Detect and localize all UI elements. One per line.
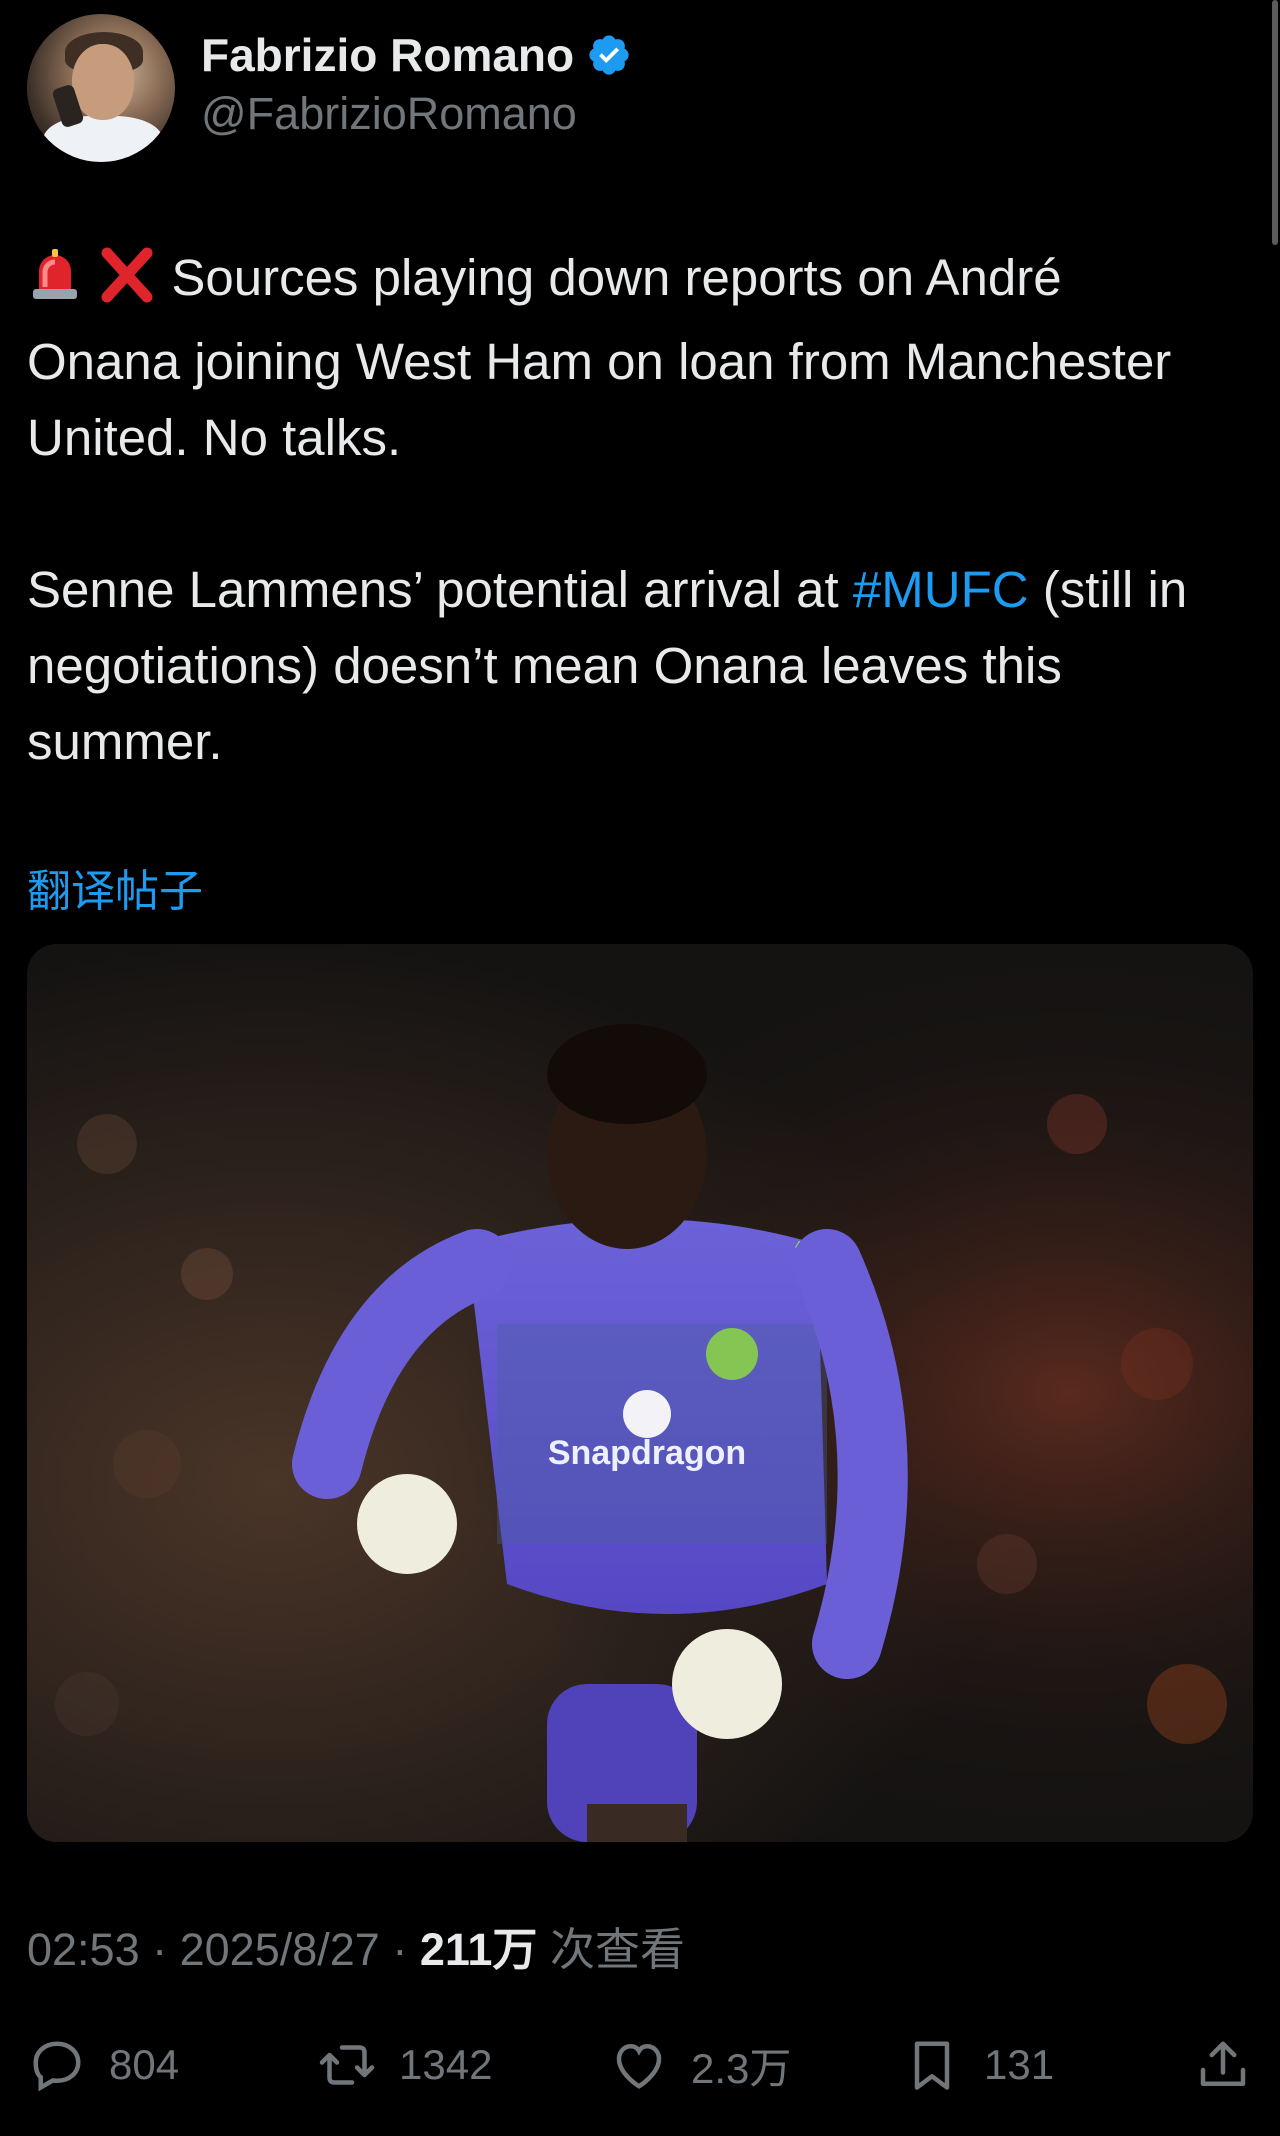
verified-badge-icon[interactable] xyxy=(586,32,632,78)
tweet-time[interactable]: 02:53 xyxy=(27,1924,140,1975)
bookmark-icon xyxy=(914,2041,950,2090)
retweet-count: 1342 xyxy=(399,2041,493,2088)
author-names: Fabrizio Romano @FabrizioRomano xyxy=(201,28,632,142)
like-count: 2.3万 xyxy=(691,2044,792,2092)
display-name-text: Fabrizio Romano xyxy=(201,29,575,81)
author-handle[interactable]: @FabrizioRomano xyxy=(201,86,632,142)
heart-icon xyxy=(616,2043,662,2089)
reply-count: 804 xyxy=(109,2041,180,2088)
tweet-actions-bar: 804 1342 2.3万 131 xyxy=(27,2030,1253,2100)
reply-icon xyxy=(33,2041,81,2092)
avatar[interactable] xyxy=(27,14,175,162)
tweet-text: Sources playing down reports on André On… xyxy=(27,240,1207,780)
bookmark-count: 131 xyxy=(984,2041,1055,2088)
meta-separator: · xyxy=(139,1924,180,1975)
tweet-header: Fabrizio Romano @FabrizioRomano xyxy=(27,14,632,162)
bookmark-button[interactable]: 131 xyxy=(902,2030,1054,2100)
tweet-paragraph-1: Sources playing down reports on André On… xyxy=(27,240,1207,476)
tweet-date[interactable]: 2025/8/27 xyxy=(180,1924,380,1975)
scrollbar[interactable] xyxy=(1272,0,1278,245)
retweet-button[interactable]: 1342 xyxy=(317,2030,492,2100)
tweet-paragraph-1-text: Sources playing down reports on André On… xyxy=(27,249,1172,466)
tweet-media-photo[interactable]: Snapdragon xyxy=(27,944,1253,1842)
share-icon xyxy=(1200,2041,1246,2086)
tweet-meta: 02:53 · 2025/8/27 · 211万 次查看 xyxy=(27,1920,685,1980)
siren-emoji-icon xyxy=(27,247,83,324)
views-label: 次查看 xyxy=(537,1924,685,1975)
cross-mark-emoji-icon xyxy=(97,247,157,324)
tweet-paragraph-2-before: Senne Lammens’ potential arrival at xyxy=(27,561,853,618)
share-button[interactable] xyxy=(1193,2030,1253,2100)
tweet-paragraph-2: Senne Lammens’ potential arrival at #MUF… xyxy=(27,552,1207,780)
meta-separator: · xyxy=(379,1924,420,1975)
like-button[interactable]: 2.3万 xyxy=(609,2030,791,2100)
translate-post-link[interactable]: 翻译帖子 xyxy=(27,855,203,919)
views-count: 211万 xyxy=(419,1924,538,1975)
jersey-sponsor-text: Snapdragon xyxy=(548,1434,746,1472)
reply-button[interactable]: 804 xyxy=(27,2030,179,2100)
author-display-name[interactable]: Fabrizio Romano xyxy=(201,28,632,82)
retweet-icon xyxy=(319,2045,375,2085)
hashtag-link[interactable]: #MUFC xyxy=(853,561,1029,618)
